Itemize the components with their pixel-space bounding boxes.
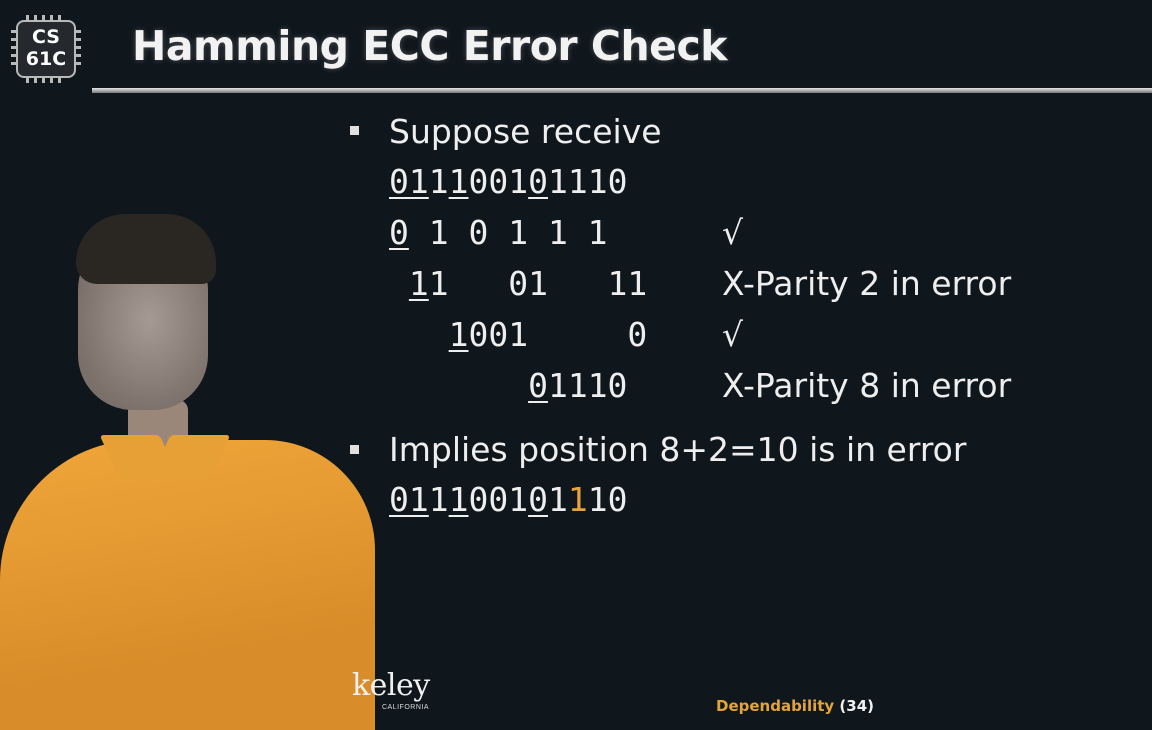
cs61c-logo: CS 61C: [11, 15, 81, 83]
bullet-implies-position: Implies position 8+2=10 is in error: [389, 430, 967, 469]
check-result-1: √: [722, 213, 744, 252]
data-bits: 1: [428, 480, 449, 519]
parity-bit: 0: [528, 162, 548, 201]
parity-bit: 01: [389, 480, 429, 519]
parity-check-8: 01110: [389, 366, 627, 406]
title-rule: [92, 88, 1152, 93]
bullet-icon: [350, 126, 359, 135]
parity-bit: 1: [448, 315, 469, 354]
parity-bit: 1: [448, 162, 469, 201]
corrected-word: 011100101110: [389, 480, 627, 520]
parity-bit: 1: [448, 480, 469, 519]
data-bits: 001 0: [468, 315, 648, 354]
data-bits: 1110: [547, 366, 628, 405]
data-bits: 1 0 1 1 1: [408, 213, 608, 252]
slide-title: Hamming ECC Error Check: [132, 22, 728, 70]
parity-check-4: 1001 0: [389, 315, 648, 355]
berkeley-logo: keley: [352, 668, 430, 703]
data-bits: 1: [547, 480, 568, 519]
check-result-8: X-Parity 8 in error: [722, 366, 1012, 405]
data-bits: 10: [587, 480, 628, 519]
parity-bit: 0: [389, 213, 409, 252]
parity-bit: 01: [389, 162, 429, 201]
data-bits: 1: [428, 162, 449, 201]
berkeley-logo-subtitle: CALIFORNIA: [382, 704, 430, 711]
slide: CS 61C Hamming ECC Error Check Suppose r…: [0, 0, 1152, 730]
logo-line-1: CS: [32, 26, 60, 48]
footer-section: Dependability: [716, 697, 835, 715]
parity-bit: 0: [528, 366, 548, 405]
footer-page-number: (34): [839, 697, 875, 715]
received-word: 011100101110: [389, 162, 627, 202]
data-bits: 1 01 11: [428, 264, 648, 303]
parity-bit: 1: [408, 264, 429, 303]
check-result-4: √: [722, 315, 744, 354]
bullet-suppose-receive: Suppose receive: [389, 112, 662, 151]
footer: Dependability (34): [716, 697, 874, 715]
logo-line-2: 61C: [25, 48, 67, 70]
error-bit: 1: [567, 480, 588, 519]
presenter-video: [0, 200, 380, 730]
parity-bit: 0: [528, 480, 548, 519]
data-bits: 001: [468, 162, 529, 201]
parity-check-1: 0 1 0 1 1 1: [389, 213, 608, 253]
data-bits: 001: [468, 480, 529, 519]
check-result-2: X-Parity 2 in error: [722, 264, 1012, 303]
data-bits: 1110: [547, 162, 628, 201]
bullet-icon: [350, 445, 359, 454]
parity-check-2: 11 01 11: [389, 264, 647, 304]
